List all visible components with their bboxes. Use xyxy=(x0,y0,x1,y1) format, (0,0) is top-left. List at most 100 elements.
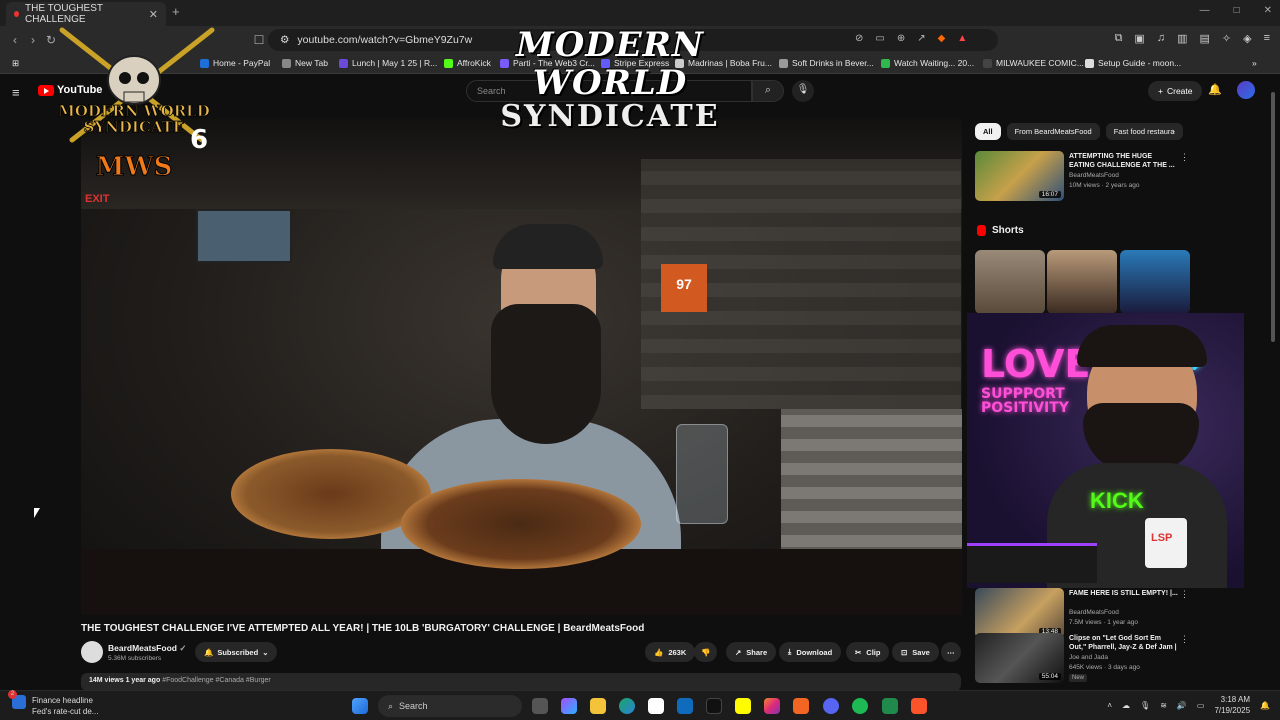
rec-meta: 7.5M views · 1 year ago xyxy=(1069,619,1139,626)
forward-icon[interactable]: › xyxy=(24,33,42,47)
create-button[interactable]: + Create xyxy=(1148,81,1203,101)
chip-all[interactable]: All xyxy=(975,123,1001,140)
file-explorer-icon[interactable] xyxy=(590,698,606,714)
clock[interactable]: 3:18 AM 7/19/2025 xyxy=(1214,694,1250,716)
wifi-icon[interactable]: ≋ xyxy=(1160,701,1167,710)
verified-icon: ✓ xyxy=(179,643,187,653)
taskbar-search[interactable]: ⌕ Search xyxy=(378,695,522,717)
chip-from-channel[interactable]: From BeardMeatsFood xyxy=(1006,123,1100,140)
bookmark-item[interactable]: Watch Waiting... 20... xyxy=(881,58,974,68)
video-player[interactable]: EXIT 97 xyxy=(81,119,962,615)
video-title: THE TOUGHEST CHALLENGE I'VE ATTEMPTED AL… xyxy=(81,623,645,634)
subscribed-button[interactable]: 🔔 Subscribed ⌄ xyxy=(195,642,278,662)
reader-icon[interactable]: ▭ xyxy=(875,33,884,44)
news-widget[interactable]: 2 Finance headline Fed's rate-cut de... xyxy=(8,690,98,717)
promo-text: LOVE SUPPPORT POSITIVITY xyxy=(981,342,1091,416)
notifications-bell-icon[interactable]: 🔔 xyxy=(1208,83,1222,96)
search-icon: ⌕ xyxy=(388,700,394,711)
app-icon[interactable] xyxy=(793,698,809,714)
close-tab-icon[interactable]: ✕ xyxy=(149,8,158,21)
brave-icon[interactable] xyxy=(911,698,927,714)
channel-avatar[interactable] xyxy=(81,641,103,663)
tab-search-icon[interactable]: ▣ xyxy=(1134,32,1144,45)
battery-icon[interactable]: ▭ xyxy=(1197,701,1205,710)
store-icon[interactable] xyxy=(648,698,664,714)
apps-icon[interactable]: ⊞ xyxy=(12,58,19,69)
thumbs-down-icon: 👎 xyxy=(701,647,711,657)
chevron-right-icon[interactable]: › xyxy=(1172,126,1175,136)
download-button[interactable]: ⤓ Download xyxy=(779,642,842,662)
recommended-video[interactable]: 55:04 Clipse on "Let God Sort Em Out," P… xyxy=(975,633,1190,685)
maximize-icon[interactable]: □ xyxy=(1234,5,1240,16)
overlay-title-line1: MODERN WORLD xyxy=(516,25,704,103)
short-thumbnail[interactable] xyxy=(975,250,1045,314)
tiktok-icon[interactable] xyxy=(706,698,722,714)
share-icon[interactable]: ↗ xyxy=(917,33,925,44)
menu-icon[interactable]: ≡ xyxy=(1264,32,1270,45)
chevron-up-icon[interactable]: ˄ xyxy=(1107,701,1112,710)
music-icon[interactable]: ♫ xyxy=(1157,32,1165,45)
leo-icon[interactable]: ✧ xyxy=(1222,32,1231,45)
extensions-icon[interactable]: ⧉ xyxy=(1115,32,1123,45)
app-icon[interactable] xyxy=(882,698,898,714)
bookmark-item[interactable]: Soft Drinks in Bever... xyxy=(779,58,874,68)
short-thumbnail[interactable] xyxy=(1120,250,1190,314)
voice-search-button[interactable]: 🎙 xyxy=(792,80,814,102)
site-info-icon[interactable]: ⚙ xyxy=(280,34,289,46)
zoom-icon[interactable]: ⊕ xyxy=(897,33,905,44)
bookmark-icon[interactable]: ☐ xyxy=(250,33,268,47)
task-view-icon[interactable] xyxy=(532,698,548,714)
media-icon[interactable]: ⊘ xyxy=(855,33,863,44)
more-vertical-icon[interactable]: ⋮ xyxy=(1180,634,1189,645)
save-button[interactable]: ⊡ Save xyxy=(892,642,939,662)
snapchat-icon[interactable] xyxy=(735,698,751,714)
logo-line2: SYNDICATE xyxy=(84,118,185,136)
bookmark-item[interactable]: MILWAUKEE COMIC... xyxy=(983,58,1084,68)
wallet-icon[interactable]: ▤ xyxy=(1199,32,1209,45)
outlook-icon[interactable] xyxy=(677,698,693,714)
hashtags[interactable]: #FoodChallenge #Canada #Burger xyxy=(162,677,271,684)
bookmark-item[interactable]: Lunch | May 1 25 | R... xyxy=(339,58,437,68)
mouse-cursor-icon xyxy=(34,508,40,518)
more-bookmarks-icon[interactable]: » xyxy=(1252,58,1257,68)
watch-icon xyxy=(881,58,890,68)
windows-start-icon[interactable] xyxy=(352,698,368,714)
account-avatar[interactable] xyxy=(1237,81,1255,99)
clip-button[interactable]: ✂ Clip xyxy=(846,642,890,662)
minimize-icon[interactable]: — xyxy=(1200,5,1210,16)
new-tab-icon[interactable]: + xyxy=(172,4,180,19)
channel-name[interactable]: BeardMeatsFood ✓ xyxy=(108,643,186,654)
more-vertical-icon[interactable]: ⋮ xyxy=(1180,152,1189,163)
discord-icon[interactable] xyxy=(823,698,839,714)
recommended-video[interactable]: 16:07 ATTEMPTING THE HUGE EATING CHALLEN… xyxy=(975,151,1190,203)
short-thumbnail[interactable] xyxy=(1047,250,1117,314)
bookmark-item[interactable]: New Tab xyxy=(282,58,328,68)
logo-number: 6 xyxy=(190,125,208,155)
lunch-icon xyxy=(339,58,348,68)
hamburger-menu-icon[interactable]: ≡ xyxy=(12,85,20,100)
rewards-icon[interactable]: ▲ xyxy=(957,33,967,44)
network-icon[interactable]: ☁ xyxy=(1122,701,1130,710)
volume-icon[interactable]: 🔊 xyxy=(1177,701,1187,710)
sidebar-icon[interactable]: ▥ xyxy=(1177,32,1187,45)
like-button[interactable]: 👍 263K xyxy=(645,642,696,662)
back-icon[interactable]: ‹ xyxy=(6,33,24,47)
close-window-icon[interactable]: ✕ xyxy=(1264,5,1272,16)
bookmark-item[interactable]: Setup Guide - moon... xyxy=(1085,58,1181,68)
page-scrollbar[interactable] xyxy=(1271,92,1275,342)
edge-icon[interactable] xyxy=(619,698,635,714)
instagram-icon[interactable] xyxy=(764,698,780,714)
vpn-icon[interactable]: ◈ xyxy=(1243,32,1251,45)
dislike-button[interactable]: 👎 xyxy=(694,642,718,662)
more-vertical-icon[interactable]: ⋮ xyxy=(1180,589,1189,600)
share-button[interactable]: ↗ Share xyxy=(726,642,777,662)
screen: THE TOUGHEST CHALLENGE ✕ + — □ ✕ ‹ › ↻ ☐… xyxy=(0,0,1280,720)
copilot-icon[interactable] xyxy=(561,698,577,714)
folder-icon xyxy=(779,58,788,68)
more-actions-button[interactable]: ⋯ xyxy=(941,642,961,662)
brave-shield-icon[interactable]: ◆ xyxy=(938,33,946,44)
microphone-icon[interactable]: 🎙 xyxy=(1140,701,1150,710)
description-box[interactable]: 14M views 1 year ago #FoodChallenge #Can… xyxy=(81,673,961,691)
spotify-icon[interactable] xyxy=(852,698,868,714)
notifications-icon[interactable]: 🔔 xyxy=(1260,701,1270,710)
